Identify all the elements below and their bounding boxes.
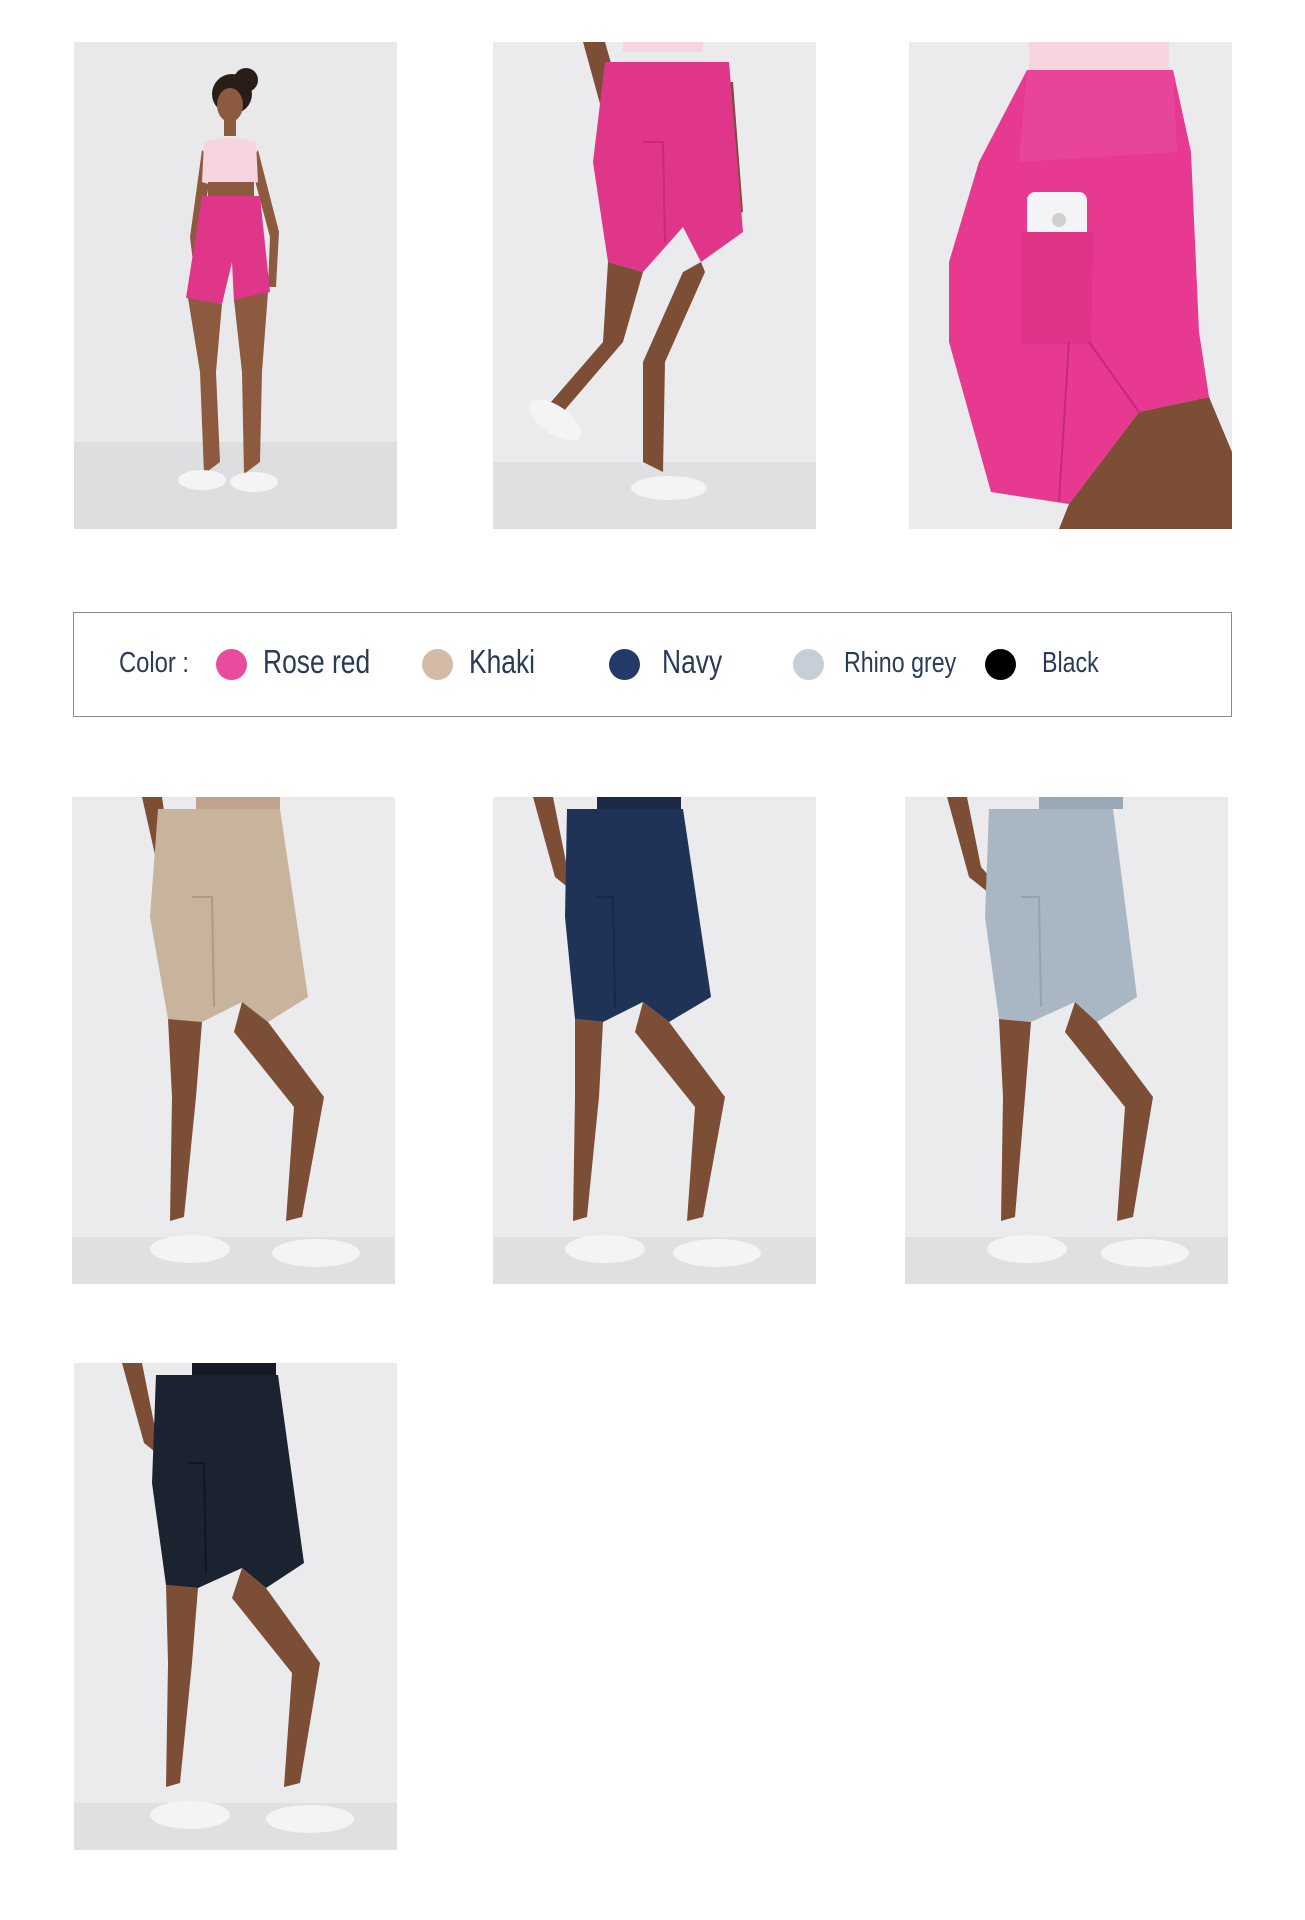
black-swatch[interactable]	[985, 649, 1016, 680]
rhino-grey-swatch[interactable]	[793, 649, 824, 680]
khaki-swatch[interactable]	[422, 649, 453, 680]
black-label: Black	[1042, 647, 1099, 679]
color-label: Color :	[119, 647, 190, 679]
rose-red-swatch[interactable]	[216, 649, 247, 680]
product-photo-navy-side	[493, 797, 816, 1284]
product-photo-rose-red-pocket-closeup	[909, 42, 1232, 529]
product-photo-rose-red-side-walking	[493, 42, 816, 529]
navy-label: Navy	[662, 643, 723, 680]
rhino-grey-label: Rhino grey	[844, 647, 957, 679]
khaki-label: Khaki	[469, 643, 536, 680]
color-options-legend: Color : Rose red Khaki Navy Rhino grey B…	[73, 612, 1232, 717]
product-photo-rose-red-full-body	[74, 42, 397, 529]
product-photo-black-side	[74, 1363, 397, 1850]
rose-red-label: Rose red	[263, 643, 371, 680]
product-photo-khaki-side	[72, 797, 395, 1284]
navy-swatch[interactable]	[609, 649, 640, 680]
product-photo-rhino-grey-side	[905, 797, 1228, 1284]
